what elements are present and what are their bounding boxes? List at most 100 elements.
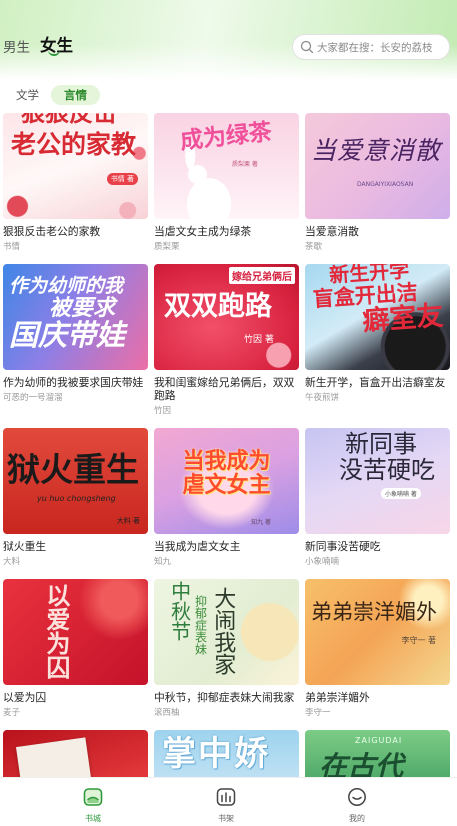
book-title[interactable]: 当爱意消散 bbox=[305, 225, 450, 238]
book-title[interactable]: 新生开学，盲盒开出洁癖室友 bbox=[305, 376, 450, 389]
book-cover[interactable]: 新同事 没苦硬吃小象喃喃 著 bbox=[305, 428, 450, 534]
book-card[interactable] bbox=[3, 730, 148, 778]
book-cover[interactable]: 新生开学 盲盒开出洁 癖室友 bbox=[305, 264, 450, 370]
book-cover[interactable]: 狠狠反击 老公的家教书情 著 bbox=[3, 113, 148, 219]
book-cover[interactable]: DANGAIYIXIAOSAN 当爱意消散 bbox=[305, 113, 450, 219]
cover-subtitle: DANGAIYIXIAOSAN bbox=[357, 181, 414, 188]
tab-male[interactable]: 男生 bbox=[3, 36, 30, 56]
nav-bookstore[interactable]: 书城 bbox=[73, 787, 113, 824]
book-card[interactable]: 作为幼师的我 被要求 国庆带娃 作为幼师的我被要求国庆带娃 可恶的一号溜溜 bbox=[3, 264, 148, 417]
book-card[interactable]: yu huo chongsheng 狱火重生 大料 著狱火重生 大料 bbox=[3, 428, 148, 568]
book-cover[interactable]: 作为幼师的我 被要求 国庆带娃 bbox=[3, 264, 148, 370]
book-cover[interactable]: 当我成为 虐文女主 知九 著 bbox=[154, 428, 299, 534]
bookstore-icon bbox=[83, 787, 103, 807]
cover-title-art: 狱火重生 bbox=[7, 452, 139, 488]
bottom-nav: 书城 书架 我的 bbox=[0, 778, 457, 826]
cover-author-tag: 大料 著 bbox=[116, 517, 140, 525]
book-card[interactable]: 中秋节 抑郁症表妹 大闹我家中秋节，抑郁症表妹大闹我家 滚西柚 bbox=[154, 579, 299, 719]
book-author: 李守一 bbox=[305, 708, 331, 718]
cover-author-tag: 小象喃喃 著 bbox=[381, 488, 421, 499]
search-placeholder: 大家都在搜：长安的荔枝 bbox=[317, 41, 433, 54]
cover-title-line: 没苦硬吃 bbox=[339, 455, 435, 484]
book-cover[interactable]: yu huo chongsheng 狱火重生 大料 著 bbox=[3, 428, 148, 534]
cover-author-tag: 书情 著 bbox=[106, 173, 138, 185]
book-card[interactable]: 新生开学 盲盒开出洁 癖室友 新生开学，盲盒开出洁癖室友 午夜煎饼 bbox=[305, 264, 450, 417]
cover-title-line: 在古代 bbox=[319, 750, 404, 778]
book-title[interactable]: 以爱为囚 bbox=[3, 691, 148, 704]
cover-title-art: 狠狠反击 老公的家教 bbox=[11, 113, 136, 158]
cover-title-line: 狠狠反击 bbox=[21, 113, 117, 127]
book-title[interactable]: 当虐文女主成为绿茶 bbox=[154, 225, 299, 238]
tab-romance[interactable]: 言情 bbox=[51, 85, 100, 105]
cover-author-tag: 质梨栗 著 bbox=[232, 161, 258, 168]
book-card[interactable]: 弟弟崇洋媚外 李守一 著弟弟崇洋媚外 李守一 bbox=[305, 579, 450, 719]
book-card[interactable]: 掌中娇 bbox=[154, 730, 299, 778]
profile-icon bbox=[347, 787, 367, 807]
book-title[interactable]: 弟弟崇洋媚外 bbox=[305, 691, 450, 704]
book-author: 书情 bbox=[3, 242, 21, 252]
book-title[interactable]: 作为幼师的我被要求国庆带娃 bbox=[3, 376, 148, 389]
nav-bookshelf[interactable]: 书架 bbox=[206, 787, 246, 824]
book-card[interactable]: ZAIGUDAI 在古代 bbox=[305, 730, 450, 778]
book-list-area[interactable]: 狠狠反击 老公的家教 书情 著狠狠反击老公的家教 书情 成为绿茶 质梨栗 著当虐文女主成为… bbox=[0, 113, 457, 778]
book-cover[interactable]: 中秋节 抑郁症表妹 大闹我家 bbox=[154, 579, 299, 685]
cover-title-art: 掌中娇 bbox=[162, 736, 270, 773]
cover-title-art: 新生开学 盲盒开出洁 癖室友 bbox=[311, 264, 444, 340]
book-card[interactable]: 以爱为囚 以爱为囚 麦子 bbox=[3, 579, 148, 719]
book-card[interactable]: 嫁给兄弟俩后 双双跑路 竹因 著我和闺蜜嫁给兄弟俩后，双双跑路 竹因 bbox=[154, 264, 299, 417]
cover-title-line: 狱火重生 bbox=[7, 450, 139, 489]
book-title[interactable]: 当我成为虐文女主 bbox=[154, 540, 299, 553]
cover-title-line: 虐文女主 bbox=[182, 472, 271, 498]
book-cover[interactable]: ZAIGUDAI 在古代 bbox=[305, 730, 450, 778]
cover-title-art: 新同事 没苦硬吃 bbox=[339, 430, 435, 484]
cover-title-art: 成为绿茶 bbox=[179, 119, 273, 154]
book-title[interactable]: 狠狠反击老公的家教 bbox=[3, 225, 148, 238]
nav-profile-label: 我的 bbox=[349, 814, 365, 823]
tab-literature[interactable]: 文学 bbox=[16, 85, 39, 105]
cover-title-line: 以爱为囚 bbox=[41, 583, 71, 679]
book-author: 小象喃喃 bbox=[305, 557, 340, 567]
cover-title-art: 中秋节 抑郁症表妹 大闹我家 bbox=[167, 581, 236, 675]
book-cover[interactable] bbox=[3, 730, 148, 778]
cover-title-art: 作为幼师的我 被要求 国庆带娃 bbox=[9, 276, 125, 352]
book-cover[interactable]: 成为绿茶质梨栗 著 bbox=[154, 113, 299, 219]
book-card[interactable]: 当我成为 虐文女主 知九 著当我成为虐文女主 知九 bbox=[154, 428, 299, 568]
cover-title-line: 掌中娇 bbox=[162, 734, 270, 774]
nav-bookshelf-label: 书架 bbox=[218, 814, 234, 823]
book-card[interactable]: DANGAIYIXIAOSAN 当爱意消散 当爱意消散 茶歇 bbox=[305, 113, 450, 253]
book-grid: 狠狠反击 老公的家教 书情 著狠狠反击老公的家教 书情 成为绿茶 质梨栗 著当虐文女主成为… bbox=[3, 113, 450, 778]
cover-author-tag: 李守一 著 bbox=[401, 636, 436, 645]
book-cover[interactable]: 弟弟崇洋媚外李守一 著 bbox=[305, 579, 450, 685]
cover-title-art: 双双跑路 bbox=[164, 292, 272, 321]
cover-title-art: 当我成为 虐文女主 bbox=[154, 450, 299, 498]
book-cover[interactable]: 嫁给兄弟俩后 双双跑路 竹因 著 bbox=[154, 264, 299, 370]
cover-title-line: 新同事 bbox=[345, 430, 417, 458]
book-author: 滚西柚 bbox=[154, 708, 180, 718]
cover-title-line: 当爱意消散 bbox=[311, 136, 442, 165]
bookshelf-icon bbox=[216, 787, 236, 807]
cover-title-art: 弟弟崇洋媚外 bbox=[311, 601, 437, 624]
book-card[interactable]: 成为绿茶 质梨栗 著当虐文女主成为绿茶 质梨栗 bbox=[154, 113, 299, 253]
nav-profile[interactable]: 我的 bbox=[337, 787, 377, 824]
app-root: 男生 女生 大家都在搜：长安的荔枝 文学 言情 狠狠反击 老公的家教 书情 著狠狠反… bbox=[0, 0, 457, 826]
book-title[interactable]: 中秋节，抑郁症表妹大闹我家 bbox=[154, 691, 299, 704]
cover-title-art: 当爱意消散 bbox=[311, 137, 441, 164]
book-title[interactable]: 狱火重生 bbox=[3, 540, 148, 553]
cover-title-line: 弟弟崇洋媚外 bbox=[311, 600, 437, 624]
cover-title-line: 当我成为 bbox=[182, 449, 271, 474]
search-bar[interactable]: 大家都在搜：长安的荔枝 bbox=[292, 34, 450, 60]
book-card[interactable]: 新同事 没苦硬吃 小象喃喃 著新同事没苦硬吃 小象喃喃 bbox=[305, 428, 450, 568]
book-author: 竹因 bbox=[154, 406, 172, 416]
cover-author-tag: 竹因 著 bbox=[244, 335, 274, 345]
search-icon bbox=[300, 40, 314, 54]
book-author: 茶歇 bbox=[305, 242, 323, 252]
book-cover[interactable]: 以爱为囚 bbox=[3, 579, 148, 685]
nav-bookstore-label: 书城 bbox=[85, 814, 101, 823]
book-cover[interactable]: 掌中娇 bbox=[154, 730, 299, 778]
book-author: 知九 bbox=[154, 557, 172, 567]
book-title[interactable]: 我和闺蜜嫁给兄弟俩后，双双跑路 bbox=[154, 376, 299, 402]
cover-title-art: 以爱为囚 bbox=[41, 583, 71, 679]
book-card[interactable]: 狠狠反击 老公的家教 书情 著狠狠反击老公的家教 书情 bbox=[3, 113, 148, 253]
cover-title-line: 中秋节 bbox=[167, 581, 192, 641]
book-title[interactable]: 新同事没苦硬吃 bbox=[305, 540, 450, 553]
